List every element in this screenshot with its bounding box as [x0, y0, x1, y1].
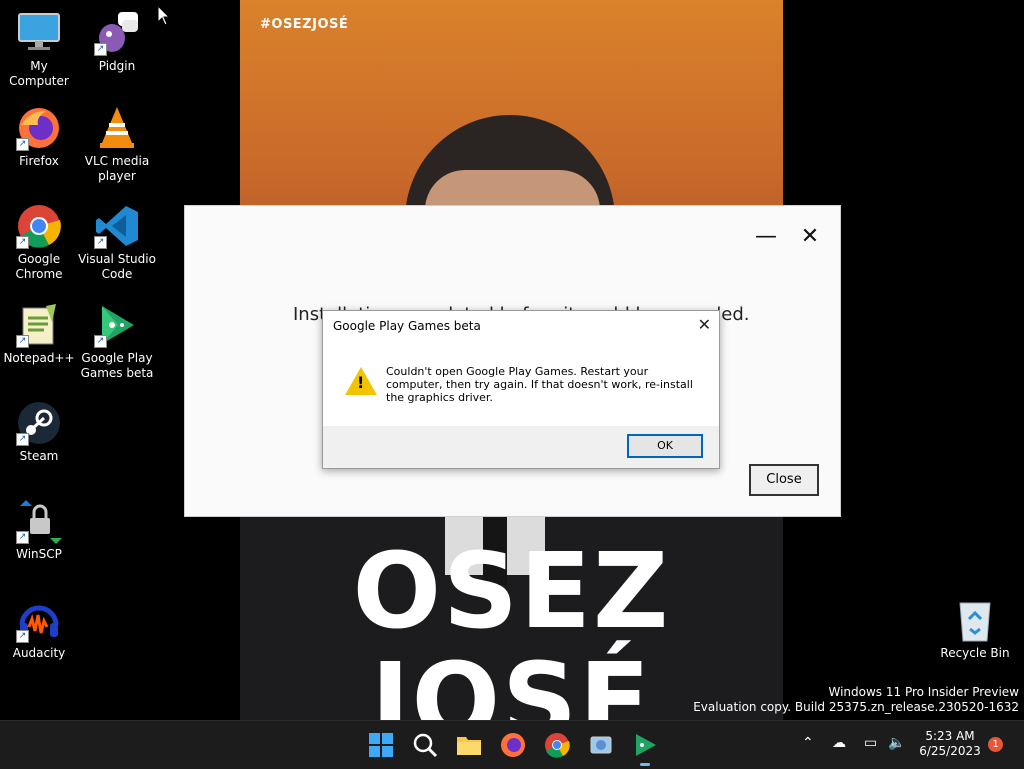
- audacity-icon: ↗: [16, 597, 62, 643]
- desktop-icon-vlc[interactable]: VLC media player: [78, 105, 156, 184]
- desktop-icon-label: Firefox: [19, 154, 59, 168]
- warning-exclamation: !: [357, 373, 365, 392]
- mouse-cursor-icon: [157, 5, 171, 26]
- winscp-icon: ↗: [16, 498, 62, 544]
- vlc-icon: [94, 105, 140, 151]
- desktop-icon-vscode[interactable]: ↗ Visual Studio Code: [78, 203, 156, 282]
- desktop-icon-label: Pidgin: [98, 59, 136, 73]
- dialog-footer: OK: [323, 426, 719, 468]
- control-panel-icon[interactable]: [587, 731, 615, 759]
- poster-hashtag: #OSEZJOSÉ: [260, 17, 349, 32]
- desktop-icon-pidgin[interactable]: ↗ Pidgin: [78, 10, 156, 74]
- error-dialog: Google Play Games beta ✕ ! Couldn't open…: [322, 310, 720, 469]
- minimize-button[interactable]: —: [753, 224, 779, 250]
- desktop-icon-label: WinSCP: [16, 547, 62, 561]
- desktop-icon-google-play-games[interactable]: ↗ Google Play Games beta: [78, 302, 156, 381]
- desktop-icon-label: VLC media player: [84, 154, 150, 183]
- steam-icon: ↗: [16, 400, 62, 446]
- shortcut-arrow-icon: ↗: [94, 335, 107, 348]
- chrome-icon: ↗: [16, 203, 62, 249]
- desktop-icon-label: Audacity: [12, 646, 66, 660]
- chrome-icon[interactable]: [543, 731, 571, 759]
- watermark-line-2: Evaluation copy. Build 25375.zn_release.…: [693, 700, 1019, 714]
- network-icon[interactable]: ▭: [864, 735, 877, 751]
- recycle-bin-icon: [952, 597, 998, 643]
- firefox-icon: ↗: [16, 105, 62, 151]
- close-button[interactable]: Close: [749, 464, 819, 496]
- shortcut-arrow-icon: ↗: [16, 630, 29, 643]
- desktop-icon-audacity[interactable]: ↗ Audacity: [0, 597, 78, 661]
- onedrive-icon[interactable]: ☁: [832, 735, 846, 751]
- desktop-icon-firefox[interactable]: ↗ Firefox: [0, 105, 78, 169]
- notification-badge[interactable]: 1: [988, 737, 1003, 752]
- clock-time: 5:23 AM: [925, 729, 975, 743]
- google-play-games-icon: ↗: [94, 302, 140, 348]
- windows-watermark: Windows 11 Pro Insider Preview Evaluatio…: [693, 685, 1019, 715]
- dialog-title: Google Play Games beta: [333, 319, 481, 333]
- desktop-icon-label: My Computer: [9, 59, 69, 88]
- pidgin-icon: ↗: [94, 10, 140, 56]
- monitor-icon: [16, 10, 62, 56]
- taskbar-clock[interactable]: 5:23 AM 6/25/2023: [910, 729, 990, 759]
- desktop-icon-label: Visual Studio Code: [78, 252, 156, 281]
- shortcut-arrow-icon: ↗: [16, 531, 29, 544]
- watermark-line-1: Windows 11 Pro Insider Preview: [828, 685, 1019, 699]
- desktop-icon-recycle-bin[interactable]: Recycle Bin: [936, 597, 1014, 661]
- firefox-icon[interactable]: [499, 731, 527, 759]
- shortcut-arrow-icon: ↗: [16, 433, 29, 446]
- dialog-message: Couldn't open Google Play Games. Restart…: [386, 365, 693, 404]
- shortcut-arrow-icon: ↗: [16, 236, 29, 249]
- show-hidden-icons-button[interactable]: ⌃: [802, 735, 814, 751]
- desktop-icon-label: Google Chrome: [15, 252, 63, 281]
- start-icon[interactable]: [367, 731, 395, 759]
- clock-date: 6/25/2023: [919, 744, 981, 758]
- poster-headline-1: OSEZ: [352, 530, 671, 652]
- desktop-icon-label: Recycle Bin: [940, 646, 1010, 660]
- file-explorer-icon[interactable]: [455, 731, 483, 759]
- ok-button[interactable]: OK: [627, 434, 703, 458]
- desktop-icon-label: Google Play Games beta: [80, 351, 154, 380]
- desktop-icon-chrome[interactable]: ↗ Google Chrome: [0, 203, 78, 282]
- desktop-icon-my-computer[interactable]: My Computer: [0, 10, 78, 89]
- desktop-icon-label: Notepad++: [3, 351, 75, 365]
- notepadpp-icon: ↗: [16, 302, 62, 348]
- google-play-games-icon[interactable]: [631, 731, 659, 759]
- desktop-icon-winscp[interactable]: ↗ WinSCP: [0, 498, 78, 562]
- shortcut-arrow-icon: ↗: [94, 43, 107, 56]
- window-close-button[interactable]: ✕: [797, 224, 823, 250]
- shortcut-arrow-icon: ↗: [16, 138, 29, 151]
- shortcut-arrow-icon: ↗: [16, 335, 29, 348]
- dialog-close-button[interactable]: ✕: [698, 315, 711, 334]
- active-app-indicator: [640, 763, 650, 766]
- taskbar: ⌃ ☁ ▭ 🔈 5:23 AM 6/25/2023 1: [0, 720, 1024, 769]
- shortcut-arrow-icon: ↗: [94, 236, 107, 249]
- desktop-icon-steam[interactable]: ↗ Steam: [0, 400, 78, 464]
- search-icon[interactable]: [411, 731, 439, 759]
- desktop-icon-label: Steam: [19, 449, 59, 463]
- desktop-icon-notepadpp[interactable]: ↗ Notepad++: [0, 302, 78, 366]
- volume-icon[interactable]: 🔈: [888, 735, 905, 751]
- vscode-icon: ↗: [94, 203, 140, 249]
